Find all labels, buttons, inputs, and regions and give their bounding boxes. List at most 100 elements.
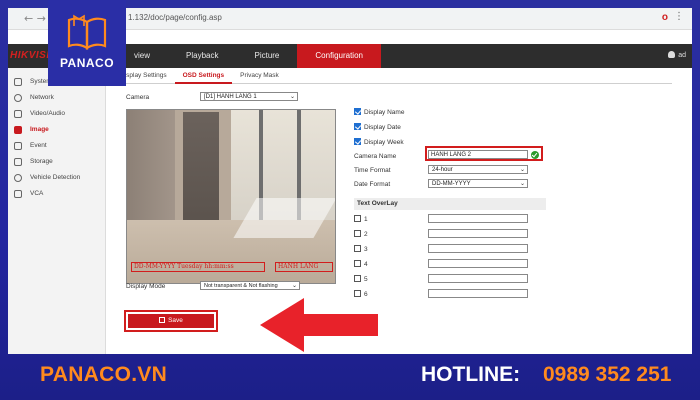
video-icon xyxy=(14,110,22,118)
checkbox-unchecked xyxy=(354,275,361,282)
tab-privacy-mask[interactable]: Privacy Mask xyxy=(232,70,287,84)
camera-name-label: Camera Name xyxy=(354,153,397,160)
overlay-checkbox-2[interactable]: 2 xyxy=(354,230,368,238)
overlay-number: 5 xyxy=(364,276,368,283)
monitor-icon xyxy=(14,78,22,86)
preview-elevator-door xyxy=(183,112,219,232)
chevron-down-icon: ⌄ xyxy=(291,282,297,289)
book-logo-icon xyxy=(67,14,107,51)
overlay-input-6[interactable] xyxy=(428,289,528,298)
website-text: PANACO.VN xyxy=(40,363,168,386)
tab-configuration[interactable]: Configuration xyxy=(297,44,381,68)
overlay-input-3[interactable] xyxy=(428,244,528,253)
sidebar-item-event[interactable]: Event xyxy=(8,138,105,154)
promo-frame: ← → C 1.132/doc/page/config.asp o ⋮ HIKV… xyxy=(0,0,700,400)
vca-icon xyxy=(14,190,22,198)
chevron-down-icon: ⌄ xyxy=(519,180,525,187)
sidebar-item-label: VCA xyxy=(30,190,44,197)
check-ok-icon xyxy=(531,151,539,159)
time-format-select[interactable]: 24-hour ⌄ xyxy=(428,165,528,174)
display-week-label: Display Week xyxy=(364,139,404,146)
config-sidebar: System Network Video/Audio Image Event S… xyxy=(8,68,106,354)
tab-osd-settings[interactable]: OSD Settings xyxy=(174,70,233,84)
storage-icon xyxy=(14,158,22,166)
display-mode-label: Display Mode xyxy=(126,283,166,290)
sidebar-item-video-audio[interactable]: Video/Audio xyxy=(8,106,105,122)
overlay-input-2[interactable] xyxy=(428,229,528,238)
camera-name-highlight xyxy=(425,146,543,161)
overlay-checkbox-5[interactable]: 5 xyxy=(354,275,368,283)
vehicle-icon xyxy=(14,174,22,182)
sidebar-item-image[interactable]: Image xyxy=(8,122,105,138)
overlay-number: 2 xyxy=(364,231,368,238)
camera-select-value: [D1] HANH LANG 1 xyxy=(204,94,257,100)
main-tabs: view Playback Picture Configuration xyxy=(116,44,381,68)
sidebar-item-label: Video/Audio xyxy=(30,110,65,117)
sidebar-item-label: Storage xyxy=(30,158,53,165)
checkbox-unchecked xyxy=(354,215,361,222)
display-name-label: Display Name xyxy=(364,109,405,116)
user-name: ad xyxy=(678,52,686,59)
chevron-down-icon: ⌄ xyxy=(519,166,525,173)
checkbox-checked xyxy=(354,123,361,130)
camera-select[interactable]: [D1] HANH LANG 1 ⌄ xyxy=(200,92,298,101)
sidebar-item-label: Image xyxy=(30,126,49,133)
sidebar-item-vca[interactable]: VCA xyxy=(8,186,105,202)
camera-label: Camera xyxy=(126,94,150,101)
overlay-checkbox-1[interactable]: 1 xyxy=(354,215,368,223)
display-mode-select[interactable]: Not transparent & Not flashing ⌄ xyxy=(200,281,300,290)
display-mode-value: Not transparent & Not flashing xyxy=(204,283,278,289)
floppy-icon xyxy=(159,317,166,323)
overlay-input-5[interactable] xyxy=(428,274,528,283)
address-url[interactable]: 1.132/doc/page/config.asp xyxy=(128,13,222,22)
image-subtabs: Display Settings OSD Settings Privacy Ma… xyxy=(112,70,672,84)
time-format-label: Time Format xyxy=(354,167,391,174)
tab-playback[interactable]: Playback xyxy=(168,44,236,68)
display-week-checkbox[interactable]: Display Week xyxy=(354,138,404,146)
hotline-label: HOTLINE: xyxy=(421,363,521,386)
display-date-checkbox[interactable]: Display Date xyxy=(354,123,401,131)
display-date-label: Display Date xyxy=(364,124,401,131)
sidebar-item-label: Vehicle Detection xyxy=(30,174,81,181)
sidebar-item-vehicle-detection[interactable]: Vehicle Detection xyxy=(8,170,105,186)
checkbox-unchecked xyxy=(354,230,361,237)
checkbox-unchecked xyxy=(354,260,361,267)
pointer-arrow-icon xyxy=(260,298,378,352)
image-icon xyxy=(14,126,22,134)
globe-icon xyxy=(14,94,22,102)
checkbox-checked xyxy=(354,108,361,115)
display-name-checkbox[interactable]: Display Name xyxy=(354,108,404,116)
overlay-number: 4 xyxy=(364,261,368,268)
overlay-input-4[interactable] xyxy=(428,259,528,268)
save-button-label: Save xyxy=(168,317,183,324)
sidebar-item-label: Event xyxy=(30,142,47,149)
hotline-number: 0989 352 251 xyxy=(543,363,672,386)
user-icon xyxy=(668,51,676,58)
overlay-number: 3 xyxy=(364,246,368,253)
overlay-checkbox-4[interactable]: 4 xyxy=(354,260,368,268)
overlay-input-1[interactable] xyxy=(428,214,528,223)
date-format-value: DD-MM-YYYY xyxy=(432,181,471,187)
camera-preview[interactable]: DD-MM-YYYY Tuesday hh:mm:ss HANH LANG xyxy=(126,109,336,284)
logo-text: PANACO xyxy=(59,56,115,70)
overlay-checkbox-3[interactable]: 3 xyxy=(354,245,368,253)
user-menu[interactable]: ad xyxy=(668,51,686,59)
date-format-label: Date Format xyxy=(354,181,391,188)
date-format-select[interactable]: DD-MM-YYYY ⌄ xyxy=(428,179,528,188)
sidebar-item-network[interactable]: Network xyxy=(8,90,105,106)
sidebar-item-label: Network xyxy=(30,94,54,101)
text-overlay-header: Text OverLay xyxy=(354,198,546,210)
time-format-value: 24-hour xyxy=(432,167,453,173)
checkbox-unchecked xyxy=(354,245,361,252)
panaco-logo: PANACO xyxy=(48,0,126,86)
checkbox-checked xyxy=(354,138,361,145)
tab-picture[interactable]: Picture xyxy=(236,44,297,68)
osd-date-overlay[interactable]: DD-MM-YYYY Tuesday hh:mm:ss xyxy=(131,262,265,272)
calendar-icon xyxy=(14,142,22,150)
menu-icon[interactable]: ⋮ xyxy=(674,11,684,22)
osd-name-overlay[interactable]: HANH LANG xyxy=(275,262,333,272)
opera-icon[interactable]: o xyxy=(662,12,668,23)
save-button[interactable]: Save xyxy=(128,314,214,328)
chevron-down-icon: ⌄ xyxy=(289,93,295,100)
sidebar-item-storage[interactable]: Storage xyxy=(8,154,105,170)
